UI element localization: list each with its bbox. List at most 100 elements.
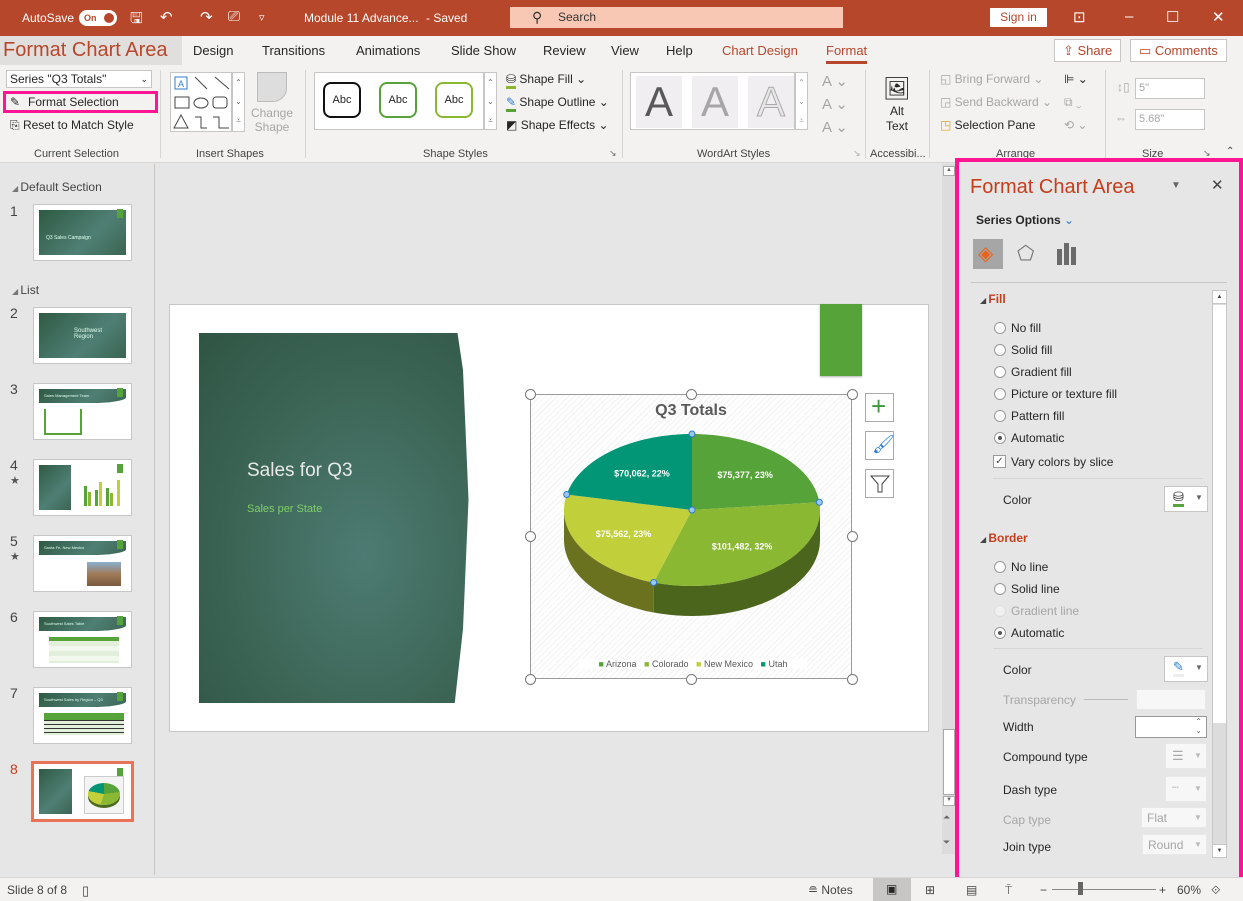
resize-handle[interactable] <box>847 389 858 400</box>
previous-slide-icon[interactable]: ⏶ <box>943 812 950 823</box>
minimize-icon[interactable]: – <box>1125 8 1133 25</box>
label-gradient-fill[interactable]: Gradient fill <box>1011 365 1072 379</box>
shape-width-input[interactable]: 5.68" <box>1135 109 1205 130</box>
normal-view-button[interactable]: ▣ <box>873 878 911 901</box>
shape-style-preset[interactable]: Abc <box>379 82 417 118</box>
tab-slide-show[interactable]: Slide Show <box>451 43 516 58</box>
label-no-fill[interactable]: No fill <box>1011 321 1041 335</box>
accessibility-check-icon[interactable]: ▯ <box>82 883 89 899</box>
slide-thumbnail-1[interactable]: Q3 Sales Campaign <box>33 204 132 261</box>
alt-text-button[interactable]: 🖼 Alt Text <box>878 74 916 134</box>
wordart-scroll[interactable]: ⌃ ⌄ ⩡ <box>795 72 808 130</box>
resize-handle[interactable] <box>525 674 536 685</box>
slide-vertical-scrollbar[interactable]: ▲ ▼ ⏶ ⏷ <box>942 164 956 854</box>
shape-height-input[interactable]: 5" <box>1135 78 1205 99</box>
slide-thumbnail-2[interactable]: Southwest Region <box>33 307 132 364</box>
data-label[interactable]: $75,377, 23% <box>717 470 773 480</box>
ribbon-display-icon[interactable]: ⊡ <box>1073 8 1086 26</box>
radio-automatic-fill[interactable] <box>994 432 1006 444</box>
radio-automatic-line[interactable] <box>994 627 1006 639</box>
slide-thumbnail-8[interactable] <box>31 761 134 822</box>
radio-pattern-fill[interactable] <box>994 410 1006 422</box>
save-icon[interactable]: 🖫 <box>130 8 143 33</box>
slide-thumbnail-4[interactable] <box>33 459 132 516</box>
wordart-preset[interactable]: A <box>636 76 682 128</box>
series-selection-handle[interactable] <box>815 498 823 506</box>
chart-styles-button[interactable]: 🖌 <box>865 431 895 460</box>
reset-to-match-style-button[interactable]: ⎘ Reset to Match Style <box>10 118 134 133</box>
radio-no-fill[interactable] <box>994 322 1006 334</box>
series-options-tab[interactable] <box>1056 241 1078 268</box>
label-automatic-line[interactable]: Automatic <box>1011 626 1064 640</box>
tab-format[interactable]: Format <box>826 43 868 64</box>
scroll-up-icon[interactable]: ▲ <box>1213 291 1226 304</box>
notes-button[interactable]: ≘ Notes <box>808 883 853 897</box>
zoom-slider-thumb[interactable] <box>1078 882 1083 895</box>
label-solid-line[interactable]: Solid line <box>1011 582 1060 596</box>
share-button[interactable]: ⇪ Share <box>1054 39 1122 62</box>
slide-thumbnail-3[interactable]: Sales Management Team <box>33 383 132 440</box>
tab-help[interactable]: Help <box>666 43 693 58</box>
scroll-down-icon[interactable]: ▼ <box>1213 844 1226 857</box>
slide-thumbnail-7[interactable]: Southwest Sales by Region – Q3 <box>33 687 132 744</box>
tab-review[interactable]: Review <box>543 43 586 58</box>
title-panel-shape[interactable] <box>199 333 469 703</box>
label-pattern-fill[interactable]: Pattern fill <box>1011 409 1064 423</box>
undo-icon[interactable]: ↶ <box>160 8 173 26</box>
saved-status[interactable]: - Saved <box>426 11 467 25</box>
radio-picture-fill[interactable] <box>994 388 1006 400</box>
reading-view-button[interactable]: ▤ <box>966 883 977 897</box>
resize-handle[interactable] <box>847 531 858 542</box>
chart-filters-button[interactable] <box>865 469 894 498</box>
wordart-preset[interactable]: A <box>692 76 738 128</box>
customize-qat-icon[interactable]: ▿ <box>259 11 265 24</box>
format-selection-button[interactable]: ✎ Format Selection <box>3 91 158 113</box>
scroll-thumb[interactable] <box>1213 305 1226 723</box>
tab-chart-design[interactable]: Chart Design <box>722 43 798 58</box>
wordart-preset[interactable]: A <box>748 76 794 128</box>
tab-view[interactable]: View <box>611 43 639 58</box>
comments-button[interactable]: ▭ Comments <box>1130 39 1227 62</box>
radio-solid-fill[interactable] <box>994 344 1006 356</box>
fit-to-window-icon[interactable]: ⟐ <box>1211 883 1220 898</box>
slide-subtitle[interactable]: Sales per State <box>247 503 322 515</box>
label-automatic-fill[interactable]: Automatic <box>1011 431 1064 445</box>
resize-handle[interactable] <box>847 674 858 685</box>
fill-section-header[interactable]: ◢ Fill <box>980 292 1006 306</box>
label-vary-colors[interactable]: Vary colors by slice <box>1011 455 1113 469</box>
align-button[interactable]: ⊫ ⌄ <box>1064 72 1088 86</box>
scroll-thumb[interactable] <box>943 729 955 795</box>
slideshow-button[interactable]: ⍑ <box>1005 883 1012 898</box>
fill-line-tab[interactable]: ◈ <box>973 239 1003 269</box>
border-section-header[interactable]: ◢ Border <box>980 531 1028 545</box>
shapes-gallery-scroll[interactable]: ⌃ ⌄ ⩡ <box>232 72 245 132</box>
radio-no-line[interactable] <box>994 561 1006 573</box>
data-label[interactable]: $70,062, 22% <box>614 468 670 478</box>
tab-transitions[interactable]: Transitions <box>262 43 325 58</box>
shape-fill-button[interactable]: ⛁ Shape Fill ⌄ <box>506 72 586 89</box>
zoom-slider[interactable] <box>1052 889 1156 890</box>
series-selection-handle[interactable] <box>688 430 696 438</box>
resize-handle[interactable] <box>525 531 536 542</box>
chart-area[interactable]: Q3 Totals $75,377, 23% $101,482, 32% $75,5… <box>530 394 852 679</box>
resize-handle[interactable] <box>686 389 697 400</box>
effects-tab[interactable]: ⬠ <box>1017 241 1034 266</box>
label-picture-fill[interactable]: Picture or texture fill <box>1011 387 1117 401</box>
section-list[interactable]: ◢ List <box>12 283 39 297</box>
chart-legend[interactable]: ■ Arizona ■ Colorado ■ New Mexico ■ Utah <box>579 659 807 669</box>
join-type-dropdown[interactable]: Round ▼ <box>1142 834 1207 855</box>
series-selection-handle[interactable] <box>688 506 696 514</box>
shape-style-preset[interactable]: Abc <box>323 82 361 118</box>
data-label[interactable]: $101,482, 32% <box>712 542 773 552</box>
next-slide-icon[interactable]: ⏷ <box>943 837 950 848</box>
chart-elements-button[interactable]: + <box>865 391 894 422</box>
zoom-out-button[interactable]: − <box>1040 883 1047 897</box>
slide-sorter-button[interactable]: ⊞ <box>925 883 935 897</box>
close-window-icon[interactable]: ✕ <box>1212 8 1225 26</box>
label-solid-fill[interactable]: Solid fill <box>1011 343 1052 357</box>
border-color-picker[interactable]: ✎ ▼ <box>1164 656 1208 682</box>
radio-gradient-fill[interactable] <box>994 366 1006 378</box>
slide-thumbnail-6[interactable]: Southwest Sales Table <box>33 611 132 668</box>
dash-type-dropdown[interactable]: ┄ ▼ <box>1165 776 1207 802</box>
tab-design[interactable]: Design <box>193 43 233 58</box>
